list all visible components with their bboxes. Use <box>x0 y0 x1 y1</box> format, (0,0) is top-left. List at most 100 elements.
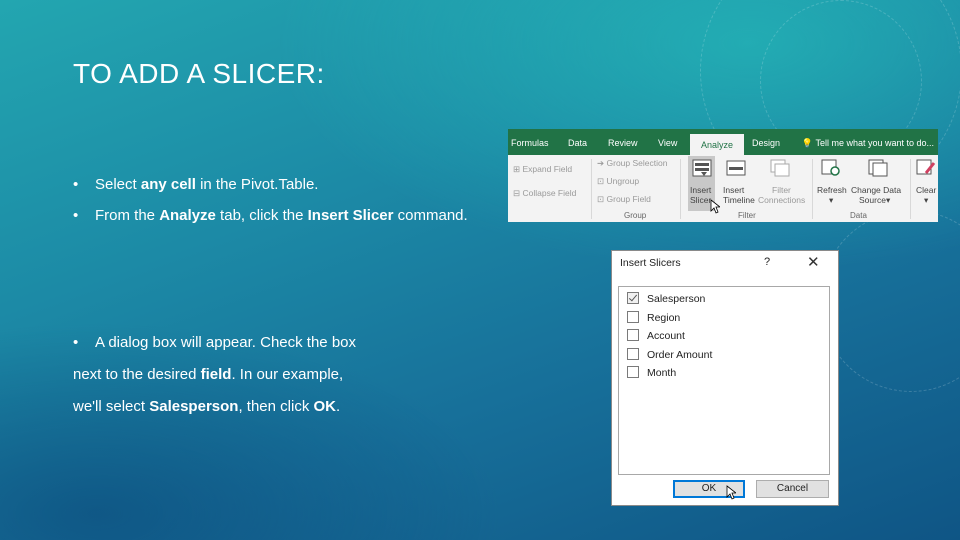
button-label: Group Field <box>606 194 651 204</box>
bullet-text: we'll select <box>73 398 150 415</box>
change-data-source-icon <box>868 159 888 177</box>
field-label: Order Amount <box>647 349 713 361</box>
field-row-month[interactable]: Month <box>627 366 676 382</box>
insert-timeline-button[interactable]: Insert Timeline <box>723 185 755 205</box>
expand-field-button[interactable]: ⊞ Expand Field <box>513 164 572 175</box>
mouse-cursor-icon <box>726 485 736 500</box>
filter-group-label: Filter <box>738 211 756 220</box>
checkbox-order-amount[interactable] <box>627 348 639 360</box>
button-label: Expand Field <box>522 164 573 174</box>
bullet-bold: OK <box>313 398 336 415</box>
button-label: Filter <box>772 185 791 195</box>
bullet-bold: Analyze <box>159 207 216 224</box>
help-button[interactable]: ? <box>764 256 770 268</box>
group-selection-button[interactable]: ➔ Group Selection <box>597 158 667 169</box>
data-group-label: Data <box>850 211 867 220</box>
group-separator <box>680 159 681 219</box>
tab-view[interactable]: View <box>658 129 677 155</box>
collapse-icon: ⊟ <box>513 188 521 198</box>
cancel-button[interactable]: Cancel <box>756 480 829 498</box>
tab-review[interactable]: Review <box>608 129 638 155</box>
bullet-dialog-line2: next to the desired field. In our exampl… <box>73 366 343 383</box>
button-label: Insert <box>690 185 712 195</box>
field-label: Account <box>647 330 685 342</box>
ribbon-tab-bar: Formulas Data Review View Analyze Design… <box>508 129 938 155</box>
insert-slicers-dialog: Insert Slicers ? ✕ Salesperson Region Ac… <box>611 250 839 506</box>
button-label: Timeline <box>723 195 755 205</box>
group-field-button[interactable]: ⊡ Group Field <box>597 194 651 205</box>
bullet-dialog-line3: we'll select Salesperson, then click OK. <box>73 398 340 415</box>
bullet-marker: • <box>73 334 79 351</box>
expand-icon: ⊞ <box>513 164 521 174</box>
refresh-icon <box>821 159 840 176</box>
slide-title: TO ADD A SLICER: <box>73 58 325 89</box>
group-field-icon: ⊡ <box>597 194 605 204</box>
bullet-text: tab, click the <box>215 207 308 224</box>
field-row-account[interactable]: Account <box>627 329 685 345</box>
button-label: Clear <box>916 185 937 195</box>
filter-connections-icon <box>770 159 790 177</box>
clear-button[interactable]: Clear ▾ <box>916 185 936 206</box>
bullet-text: command. <box>393 207 468 224</box>
bullet-bold: Salesperson <box>149 398 239 415</box>
group-separator <box>812 159 813 219</box>
checkbox-account[interactable] <box>627 329 639 341</box>
bullet-marker: • <box>73 207 79 224</box>
bullet-dialog: • A dialog box will appear. Check the box <box>73 334 356 351</box>
checkbox-region[interactable] <box>627 311 639 323</box>
collapse-field-button[interactable]: ⊟ Collapse Field <box>513 188 576 199</box>
timeline-icon <box>726 160 746 176</box>
field-label: Salesperson <box>647 293 706 305</box>
checkbox-salesperson[interactable] <box>627 292 639 304</box>
filter-connections-button[interactable]: Filter Connections <box>758 185 805 205</box>
ungroup-icon: ⊡ <box>597 176 605 186</box>
checkbox-month[interactable] <box>627 366 639 378</box>
group-separator <box>591 159 592 219</box>
slicer-icon <box>692 159 712 177</box>
group-separator <box>910 159 911 219</box>
dropdown-arrow-icon: ▾ <box>885 195 891 205</box>
arrow-right-icon: ➔ <box>597 158 605 168</box>
lightbulb-icon: 💡 <box>801 138 814 148</box>
insert-slicer-button[interactable]: Insert Slicer <box>690 185 711 205</box>
field-row-region[interactable]: Region <box>627 311 680 327</box>
button-label: Change Data <box>851 185 902 195</box>
bullet-text: From the <box>95 207 160 224</box>
bullet-text: Select <box>95 176 141 193</box>
bullet-marker: • <box>73 176 79 193</box>
tab-data[interactable]: Data <box>568 129 587 155</box>
decorative-ring <box>820 210 960 392</box>
bullet-bold: Insert Slicer <box>307 207 394 224</box>
button-label: Refresh <box>817 185 847 195</box>
change-data-source-button[interactable]: Change Data Source▾ <box>851 185 901 206</box>
button-label: Group Selection <box>606 158 668 168</box>
bullet-select-cell: • Select any cell in the Pivot.Table. <box>73 176 318 193</box>
tab-formulas[interactable]: Formulas <box>511 129 549 155</box>
button-label: Source <box>859 195 886 205</box>
bullet-text: A dialog box will appear. Check the box <box>95 334 356 351</box>
button-label: Ungroup <box>606 176 640 186</box>
button-label: Connections <box>758 195 806 205</box>
button-label: Collapse Field <box>522 188 577 198</box>
dialog-title: Insert Slicers <box>620 257 681 269</box>
tell-me-text: Tell me what you want to do... <box>815 138 934 148</box>
tab-design[interactable]: Design <box>752 129 780 155</box>
field-label: Region <box>647 312 681 324</box>
tab-analyze[interactable]: Analyze <box>690 134 745 155</box>
bullet-text: next to the desired <box>73 366 201 383</box>
group-label: Group <box>624 211 647 220</box>
clear-icon <box>916 159 936 175</box>
bullet-text: . <box>335 398 341 415</box>
dropdown-arrow-icon: ▾ <box>829 195 834 205</box>
field-row-salesperson[interactable]: Salesperson <box>627 292 705 308</box>
bullet-text: . In our example, <box>231 366 344 383</box>
ribbon-body: ⊞ Expand Field ⊟ Collapse Field ➔ Group … <box>508 155 938 222</box>
close-icon[interactable]: ✕ <box>807 253 820 271</box>
ungroup-button[interactable]: ⊡ Ungroup <box>597 176 639 187</box>
refresh-button[interactable]: Refresh ▾ <box>817 185 847 206</box>
bullet-text: , then click <box>238 398 314 415</box>
bullet-bold: any cell <box>140 176 196 193</box>
field-row-order-amount[interactable]: Order Amount <box>627 348 712 364</box>
field-label: Month <box>647 367 677 379</box>
tell-me-search[interactable]: 💡 Tell me what you want to do... <box>802 129 934 157</box>
